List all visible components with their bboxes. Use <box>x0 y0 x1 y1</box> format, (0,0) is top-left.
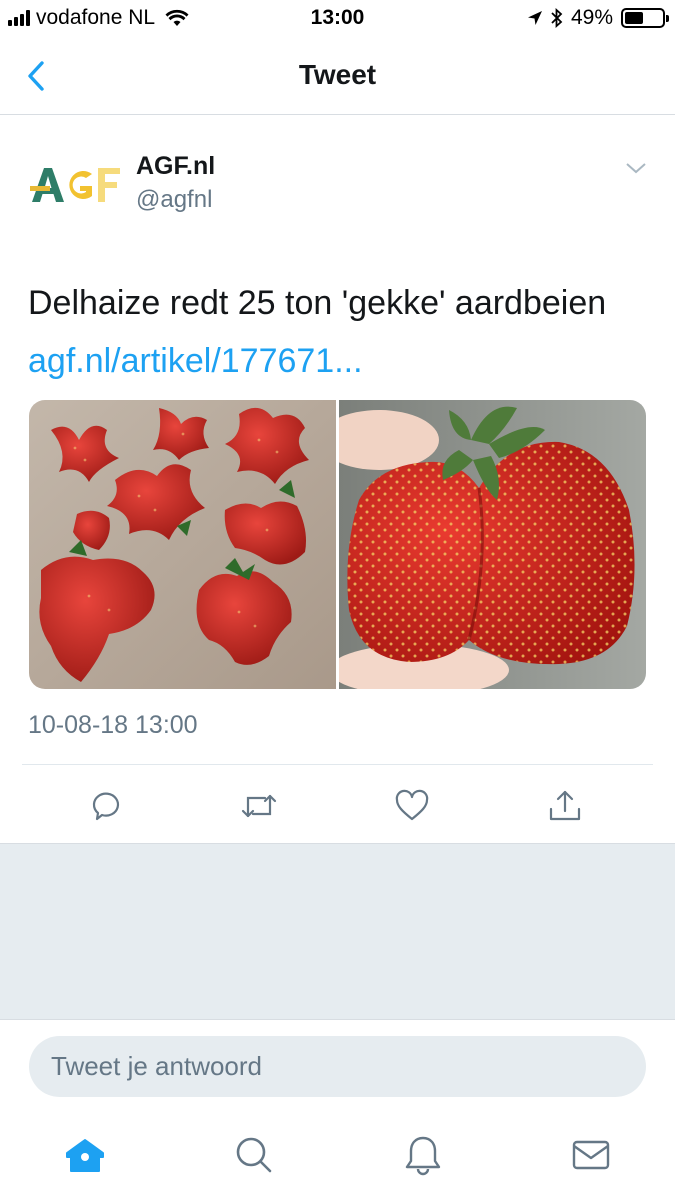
tab-bar <box>0 1115 675 1200</box>
tweet-media[interactable] <box>29 400 646 689</box>
reply-icon <box>92 792 120 821</box>
like-button[interactable] <box>390 784 434 828</box>
search-icon <box>236 1137 272 1173</box>
tab-search[interactable] <box>230 1131 278 1179</box>
battery-fill <box>625 12 643 24</box>
share-button[interactable] <box>543 784 587 828</box>
strawberry-photo-closeup[interactable] <box>339 400 646 689</box>
author-name[interactable]: AGF.nl <box>136 152 215 181</box>
author-handle[interactable]: @agfnl <box>136 186 212 214</box>
battery-percent: 49% <box>570 6 613 29</box>
notifications-icon <box>405 1136 441 1176</box>
reply-input[interactable] <box>29 1036 646 1097</box>
like-icon <box>395 789 429 821</box>
tweet-timestamp: 10-08-18 13:00 <box>28 711 198 739</box>
status-bar: vodafone NL 13:00 49% <box>0 0 675 38</box>
tweet-text: Delhaize redt 25 ton 'gekke' aardbeien <box>28 284 607 322</box>
retweet-button[interactable] <box>237 784 281 828</box>
tab-messages[interactable] <box>567 1131 615 1179</box>
chevron-down-icon[interactable] <box>624 158 648 178</box>
location-arrow-icon <box>527 11 542 25</box>
tweet-author: AGF.nl @agfnl <box>28 148 648 228</box>
tweet-actions <box>0 780 675 832</box>
page-title: Tweet <box>298 59 377 90</box>
status-right: 49% <box>527 6 669 30</box>
tab-notifications[interactable] <box>399 1131 447 1179</box>
reply-button[interactable] <box>84 784 128 828</box>
bluetooth-icon <box>551 8 563 28</box>
empty-replies-area <box>0 843 675 1020</box>
messages-icon <box>572 1140 610 1170</box>
agf-logo[interactable] <box>30 162 122 208</box>
battery-icon <box>621 8 669 28</box>
share-icon <box>549 790 581 821</box>
divider <box>22 764 653 765</box>
retweet-icon <box>241 794 277 818</box>
home-icon <box>66 1139 104 1172</box>
navigation-bar: Tweet <box>0 38 675 115</box>
tweet-link[interactable]: agf.nl/artikel/177671... <box>28 340 363 382</box>
tab-home[interactable] <box>61 1131 109 1179</box>
strawberry-photo-group[interactable] <box>29 400 336 689</box>
